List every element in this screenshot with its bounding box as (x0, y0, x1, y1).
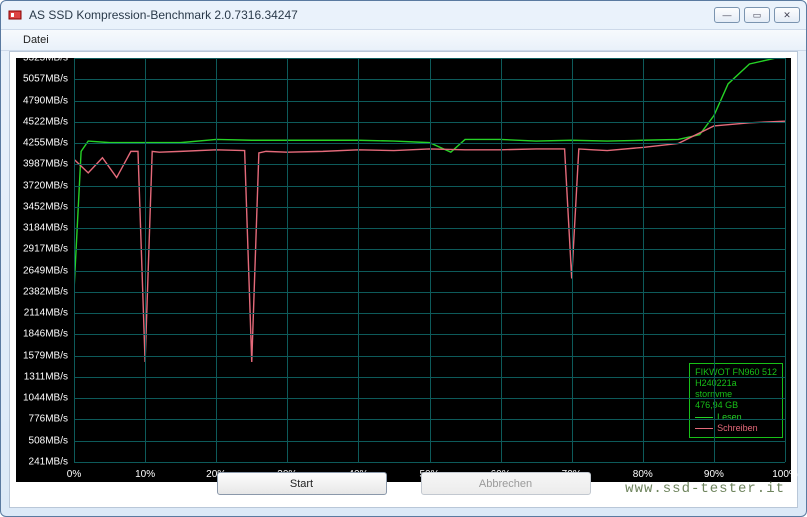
y-axis-label: 2917MB/s (16, 244, 72, 255)
gridline-v (501, 58, 502, 462)
chart: FIKWOT FN960 512 H240221a stornvme 476,9… (16, 58, 791, 482)
y-axis-label: 5057MB/s (16, 74, 72, 85)
y-axis-label: 2649MB/s (16, 265, 72, 276)
menubar: Datei (1, 29, 806, 51)
y-axis-label: 1846MB/s (16, 329, 72, 340)
window-title: AS SSD Kompression-Benchmark 2.0.7316.34… (29, 8, 714, 22)
y-axis-label: 5325MB/s (16, 53, 72, 64)
legend-firmware: H240221a (695, 378, 777, 389)
y-axis-label: 3720MB/s (16, 180, 72, 191)
maximize-button[interactable]: ▭ (744, 7, 770, 23)
y-axis-label: 2114MB/s (16, 308, 72, 319)
y-axis-label: 1311MB/s (16, 371, 72, 382)
watermark: www.ssd-tester.it (625, 481, 785, 497)
minimize-button[interactable]: — (714, 7, 740, 23)
y-axis-label: 3987MB/s (16, 159, 72, 170)
client-area: FIKWOT FN960 512 H240221a stornvme 476,9… (9, 51, 798, 508)
gridline-v (216, 58, 217, 462)
gridline-v (714, 58, 715, 462)
gridline-v (572, 58, 573, 462)
gridline-v (430, 58, 431, 462)
legend-write-row: Schreiben (695, 423, 777, 434)
gridline-v (643, 58, 644, 462)
y-axis-label: 2382MB/s (16, 286, 72, 297)
menu-file[interactable]: Datei (15, 32, 57, 48)
start-button[interactable]: Start (217, 472, 387, 495)
y-axis-label: 4790MB/s (16, 95, 72, 106)
plot-area: FIKWOT FN960 512 H240221a stornvme 476,9… (74, 58, 785, 462)
legend-read-swatch (695, 417, 713, 418)
gridline-v (145, 58, 146, 462)
gridline-v (74, 58, 75, 462)
gridline-v (785, 58, 786, 462)
y-axis-label: 1044MB/s (16, 393, 72, 404)
legend-read-label: Lesen (717, 412, 742, 423)
legend-write-label: Schreiben (717, 423, 758, 434)
y-axis-label: 241MB/s (16, 457, 72, 468)
y-axis-label: 4522MB/s (16, 116, 72, 127)
y-axis-label: 776MB/s (16, 414, 72, 425)
y-axis-label: 3184MB/s (16, 223, 72, 234)
close-button[interactable]: ✕ (774, 7, 800, 23)
app-window: AS SSD Kompression-Benchmark 2.0.7316.34… (0, 0, 807, 517)
gridline-v (358, 58, 359, 462)
y-axis-label: 3452MB/s (16, 201, 72, 212)
titlebar: AS SSD Kompression-Benchmark 2.0.7316.34… (1, 1, 806, 29)
app-icon (7, 7, 23, 23)
legend-read-row: Lesen (695, 412, 777, 423)
gridline-v (287, 58, 288, 462)
gridline-h (74, 462, 785, 463)
cancel-button: Abbrechen (421, 472, 591, 495)
legend-box: FIKWOT FN960 512 H240221a stornvme 476,9… (689, 363, 783, 439)
y-axis-label: 1579MB/s (16, 350, 72, 361)
legend-write-swatch (695, 428, 713, 429)
window-controls: — ▭ ✕ (714, 7, 800, 23)
legend-capacity: 476,94 GB (695, 400, 777, 411)
y-axis-label: 4255MB/s (16, 138, 72, 149)
y-axis-label: 508MB/s (16, 435, 72, 446)
